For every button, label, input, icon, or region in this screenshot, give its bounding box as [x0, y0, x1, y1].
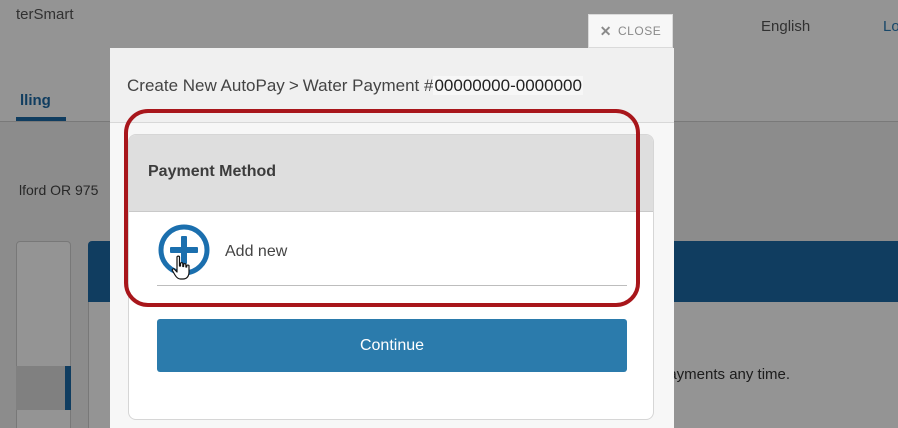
breadcrumb-account-label: Water Payment # — [302, 76, 434, 95]
close-button[interactable]: ✕ CLOSE — [588, 14, 673, 48]
close-x-icon: ✕ — [599, 22, 613, 39]
account-number: 00000000-0000000 — [433, 76, 583, 95]
breadcrumb-separator: > — [288, 76, 299, 95]
payment-method-highlight — [124, 109, 640, 307]
close-label: CLOSE — [618, 24, 662, 38]
breadcrumb-create-autopay: Create New AutoPay — [127, 76, 285, 95]
modal-breadcrumb: Create New AutoPay > Water Payment #000000… — [127, 76, 583, 96]
continue-button[interactable]: Continue — [157, 319, 627, 372]
